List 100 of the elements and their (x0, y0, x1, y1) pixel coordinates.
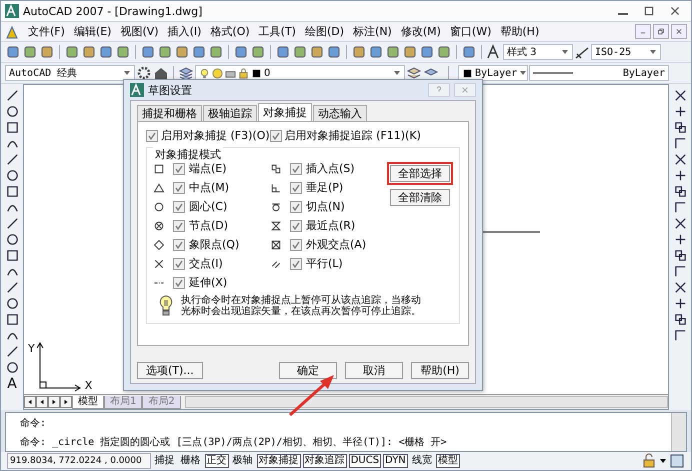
tab-scroll-button[interactable] (24, 396, 36, 408)
toolbar-icon[interactable] (326, 44, 342, 60)
modify-tool-icon[interactable] (672, 200, 688, 215)
dialog-tab[interactable]: 极轴追踪 (203, 105, 257, 121)
workspace-dropdown[interactable]: AutoCAD 经典 (5, 65, 135, 81)
modify-tool-icon[interactable] (672, 216, 688, 231)
scrollbar[interactable] (184, 396, 668, 408)
tab-scroll-button[interactable] (36, 396, 48, 408)
cancel-button[interactable]: 取消 (345, 362, 403, 379)
menu-item[interactable]: 标注(N) (353, 24, 392, 39)
status-toggle[interactable]: 极轴 (230, 454, 255, 468)
status-toggle[interactable]: 正交 (204, 454, 229, 468)
house-icon[interactable] (153, 65, 169, 81)
toolbar-icon[interactable] (275, 44, 291, 60)
toolbar-icon[interactable] (368, 44, 384, 60)
toolbar-icon[interactable] (115, 44, 131, 60)
modify-tool-icon[interactable] (672, 136, 688, 151)
draw-tool-icon[interactable] (4, 120, 20, 135)
modify-tool-icon[interactable] (672, 328, 688, 343)
modify-tool-icon[interactable] (672, 312, 688, 327)
draw-tool-icon[interactable] (4, 344, 20, 359)
color-dropdown[interactable]: ByLayer (458, 65, 528, 81)
toolbar-icon[interactable] (157, 44, 173, 60)
menu-item[interactable]: 修改(M) (400, 24, 441, 39)
toolbar-icon[interactable] (81, 44, 97, 60)
checkbox[interactable] (290, 220, 302, 232)
checkbox[interactable] (270, 130, 282, 142)
draw-tool-icon[interactable] (4, 312, 20, 327)
clean-screen-icon[interactable] (669, 453, 685, 469)
draw-tool-icon[interactable] (4, 216, 20, 231)
toolbar-icon[interactable] (208, 44, 224, 60)
checkbox[interactable] (173, 200, 185, 212)
toolbar-icon[interactable] (461, 44, 477, 60)
modify-tool-icon[interactable] (672, 184, 688, 199)
menu-item[interactable]: 绘图(D) (304, 24, 344, 39)
scrollbar[interactable] (671, 413, 686, 451)
toolbar-icon[interactable] (5, 44, 21, 60)
checkbox[interactable] (290, 182, 302, 194)
doc-close-button[interactable] (671, 24, 687, 39)
tab-scroll-button[interactable] (48, 396, 60, 408)
menu-item[interactable]: 编辑(E) (74, 24, 112, 39)
select-all-button[interactable]: 全部选择 (390, 165, 450, 182)
status-toggle[interactable]: 线宽 (410, 454, 434, 468)
status-toggle[interactable]: 对象追踪 (302, 454, 347, 468)
status-toggle[interactable]: DUCS (348, 454, 382, 468)
draw-tool-icon[interactable] (4, 184, 20, 199)
toolbar-icon[interactable] (140, 44, 156, 60)
status-toggle[interactable]: 栅格 (178, 454, 203, 468)
checkbox[interactable] (290, 162, 302, 174)
toolbar-icon[interactable] (419, 44, 435, 60)
checkbox[interactable] (290, 258, 302, 270)
tab-scroll-button[interactable] (60, 396, 72, 408)
menu-item[interactable]: 文件(F) (28, 24, 65, 39)
toolbar-icon[interactable] (309, 44, 325, 60)
draw-tool-icon[interactable] (4, 248, 20, 263)
status-toggle[interactable]: 捕捉 (152, 454, 177, 468)
checkbox[interactable] (173, 220, 185, 232)
checkbox[interactable] (173, 238, 185, 250)
gear-icon[interactable] (136, 65, 152, 81)
draw-tool-icon[interactable] (4, 168, 20, 183)
modify-tool-icon[interactable] (672, 264, 688, 279)
toolbar-icon[interactable] (233, 44, 249, 60)
dialog-tab[interactable]: 动态输入 (313, 105, 367, 121)
menu-item[interactable]: 帮助(H) (500, 24, 540, 39)
toolbar-icon[interactable] (64, 44, 80, 60)
dialog-tab[interactable]: 捕捉和栅格 (137, 105, 202, 121)
status-toggle[interactable]: 模型 (436, 454, 460, 468)
draw-tool-icon[interactable] (4, 232, 20, 247)
layers-icon[interactable] (178, 65, 194, 81)
modify-tool-icon[interactable] (672, 88, 688, 103)
toolbar-icon[interactable] (250, 44, 266, 60)
text-tool-button[interactable]: A (7, 376, 17, 392)
toolbar-icon[interactable] (436, 44, 452, 60)
menu-item[interactable]: 插入(I) (168, 24, 202, 39)
modify-tool-icon[interactable] (672, 248, 688, 263)
draw-tool-icon[interactable] (4, 280, 20, 295)
ok-button[interactable]: 确定 (279, 362, 337, 379)
checkbox[interactable] (173, 258, 185, 270)
draw-tool-icon[interactable] (4, 152, 20, 167)
padlock-icon[interactable] (641, 453, 657, 469)
draw-tool-icon[interactable] (4, 360, 20, 375)
clear-all-button[interactable]: 全部清除 (390, 189, 450, 206)
toolbar-icon[interactable] (351, 44, 367, 60)
dialog-tab[interactable]: 对象捕捉 (258, 103, 312, 121)
modify-tool-icon[interactable] (672, 152, 688, 167)
menu-item[interactable]: 视图(V) (120, 24, 159, 39)
draw-tool-icon[interactable] (4, 104, 20, 119)
draw-tool-icon[interactable] (4, 296, 20, 311)
toolbar-icon[interactable] (174, 44, 190, 60)
checkbox[interactable] (173, 162, 185, 174)
checkbox[interactable] (290, 200, 302, 212)
toolbar-icon[interactable] (385, 44, 401, 60)
modify-tool-icon[interactable] (672, 120, 688, 135)
help-button[interactable]: 帮助(H) (411, 362, 469, 379)
status-toggle[interactable]: 对象捕捉 (256, 454, 301, 468)
modify-tool-icon[interactable] (672, 280, 688, 295)
linetype-dropdown[interactable]: ByLayer (529, 65, 669, 81)
status-toggle[interactable]: DYN (383, 454, 408, 468)
options-button[interactable]: 选项(T)... (137, 362, 203, 379)
menu-item[interactable]: 工具(T) (258, 24, 296, 39)
